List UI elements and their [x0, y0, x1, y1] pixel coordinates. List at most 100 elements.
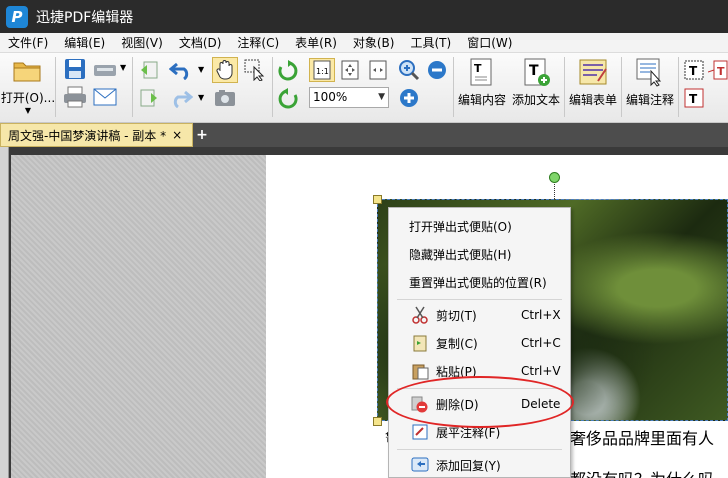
menu-item-cut[interactable]: 剪切(T) Ctrl+X — [389, 303, 570, 327]
menu-bar: 文件(F) 编辑(E) 视图(V) 文档(D) 注释(C) 表单(R) 对象(B… — [0, 33, 728, 53]
add-tab-icon[interactable]: + — [195, 127, 209, 143]
edit-annotation-icon — [635, 57, 665, 87]
typewriter-tool-icon[interactable]: T — [683, 87, 705, 109]
menu-object[interactable]: 对象(B) — [345, 33, 403, 53]
resize-handle-top-left[interactable] — [373, 195, 382, 204]
add-text-button[interactable]: T 添加文本 — [510, 57, 562, 108]
scanner-icon[interactable] — [92, 57, 118, 81]
next-page-icon[interactable] — [138, 87, 160, 109]
zoom-in-icon[interactable] — [397, 87, 421, 109]
save-icon[interactable] — [62, 57, 88, 81]
open-dropdown-icon[interactable]: ▼ — [25, 106, 31, 115]
add-text-label: 添加文本 — [511, 93, 560, 107]
textbox-tool-icon[interactable]: T — [683, 59, 705, 81]
snapshot-icon[interactable] — [212, 87, 238, 109]
callout-tool-icon[interactable]: T — [708, 59, 728, 81]
open-label: 打开(O)... — [0, 91, 56, 105]
edit-form-icon — [578, 57, 608, 87]
resize-handle-bottom-left[interactable] — [373, 417, 382, 426]
zoom-select[interactable]: 100% ▼ — [309, 87, 389, 108]
rotation-guide — [554, 182, 555, 199]
context-menu: 打开弹出式便贴(O) 隐藏弹出式便贴(H) 重置弹出式便贴的位置(R) 剪切(T… — [388, 207, 571, 478]
svg-text:T: T — [717, 65, 725, 78]
scissors-icon — [410, 305, 430, 325]
select-tool-icon[interactable] — [242, 57, 268, 83]
fit-width-icon[interactable] — [365, 58, 391, 82]
svg-text:T: T — [529, 63, 539, 79]
copy-icon — [410, 333, 430, 353]
tab-document[interactable]: 周文强-中国梦演讲稿 - 副本 * × — [0, 123, 193, 147]
page-background-left — [11, 155, 266, 478]
menu-item-hide-popup[interactable]: 隐藏弹出式便贴(H) — [389, 242, 570, 266]
menu-item-label: 添加回复(Y) — [436, 458, 501, 473]
toolbar: 打开(O)... ▼ ▼ ▼ ▼ 1:1 100% ▼ T 编辑内容 T 添加文… — [0, 53, 728, 123]
menu-tools[interactable]: 工具(T) — [402, 33, 459, 53]
edit-annotation-button[interactable]: 编辑注释 — [624, 57, 676, 108]
title-bar: P 迅捷PDF编辑器 — [0, 0, 728, 33]
scanner-dropdown-icon[interactable]: ▼ — [120, 63, 126, 72]
menu-view[interactable]: 视图(V) — [113, 33, 171, 53]
menu-item-label: 打开弹出式便贴(O) — [409, 219, 512, 234]
rotate-ccw-icon[interactable] — [276, 87, 300, 111]
undo-icon[interactable] — [168, 59, 194, 81]
svg-text:T: T — [689, 64, 698, 78]
rotate-cw-icon[interactable] — [276, 59, 300, 83]
page-text-line-2: 都没有吗？为什么吗 — [570, 466, 714, 478]
menu-separator — [397, 299, 562, 300]
zoom-in-magnifier-icon[interactable] — [397, 59, 421, 81]
edit-annotation-label: 编辑注释 — [625, 93, 674, 107]
edit-content-icon: T — [467, 57, 497, 87]
svg-text:T: T — [474, 62, 482, 75]
svg-text:1:1: 1:1 — [316, 67, 329, 76]
menu-item-label: 复制(C) — [436, 336, 478, 351]
print-icon[interactable] — [62, 85, 88, 109]
menu-item-copy[interactable]: 复制(C) Ctrl+C — [389, 331, 570, 355]
rotate-handle[interactable] — [549, 172, 560, 183]
menu-item-label: 隐藏弹出式便贴(H) — [409, 247, 512, 262]
edit-content-button[interactable]: T 编辑内容 — [456, 57, 508, 108]
menu-item-add-reply[interactable]: 添加回复(Y) — [389, 453, 570, 477]
email-icon[interactable] — [92, 85, 118, 109]
edit-form-button[interactable]: 编辑表单 — [567, 57, 619, 108]
zoom-value: 100% — [313, 90, 348, 104]
undo-dropdown-icon[interactable]: ▼ — [198, 65, 204, 74]
hand-tool-icon[interactable] — [212, 57, 238, 83]
open-button[interactable]: 打开(O)... ▼ — [0, 57, 56, 115]
folder-icon — [12, 57, 44, 83]
app-logo-icon: P — [6, 5, 28, 28]
menu-window[interactable]: 窗口(W) — [459, 33, 520, 53]
redo-icon[interactable] — [168, 87, 194, 109]
add-text-icon: T — [521, 57, 551, 87]
side-panel-strip[interactable] — [0, 147, 9, 478]
page-text-line-1: 奢侈品品牌里面有人 — [570, 429, 715, 448]
menu-form[interactable]: 表单(R) — [287, 33, 345, 53]
chevron-down-icon[interactable]: ▼ — [378, 88, 385, 107]
reply-icon — [410, 455, 430, 475]
zoom-out-icon[interactable] — [425, 59, 449, 81]
menu-item-shortcut: Ctrl+V — [521, 364, 561, 378]
paste-icon — [410, 361, 430, 381]
close-icon[interactable]: × — [172, 128, 182, 142]
menu-separator — [397, 449, 562, 450]
menu-item-open-popup[interactable]: 打开弹出式便贴(O) — [389, 214, 570, 238]
tab-bar: 周文强-中国梦演讲稿 - 副本 * × + — [0, 123, 728, 147]
edit-content-label: 编辑内容 — [457, 93, 506, 107]
actual-size-icon[interactable]: 1:1 — [309, 58, 335, 82]
tab-document-label: 周文强-中国梦演讲稿 - 副本 * — [8, 128, 167, 143]
flatten-icon — [410, 422, 430, 442]
redo-dropdown-icon[interactable]: ▼ — [198, 93, 204, 102]
menu-item-reset-popup-position[interactable]: 重置弹出式便贴的位置(R) — [389, 270, 570, 294]
menu-edit[interactable]: 编辑(E) — [56, 33, 113, 53]
menu-item-label: 重置弹出式便贴的位置(R) — [409, 275, 547, 290]
highlight-annotation-ellipse — [386, 376, 574, 428]
fit-page-icon[interactable] — [337, 58, 363, 82]
menu-item-shortcut: Ctrl+C — [521, 336, 561, 350]
prev-page-icon[interactable] — [138, 59, 160, 81]
menu-item-label: 剪切(T) — [436, 308, 477, 323]
menu-document[interactable]: 文档(D) — [171, 33, 230, 53]
menu-comment[interactable]: 注释(C) — [229, 33, 287, 53]
svg-text:T: T — [689, 92, 698, 106]
menu-item-shortcut: Ctrl+X — [521, 308, 561, 322]
menu-file[interactable]: 文件(F) — [0, 33, 56, 53]
app-title: 迅捷PDF编辑器 — [36, 9, 134, 26]
